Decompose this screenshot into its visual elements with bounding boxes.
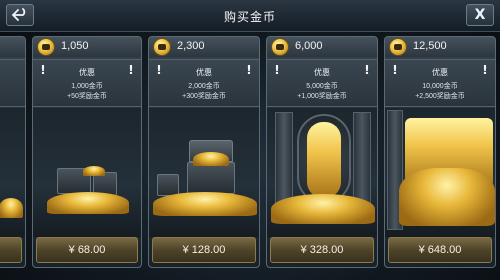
base-coins: 1,000金币 [71, 83, 103, 90]
gold-scene [149, 108, 259, 237]
discount-bar: ! 优惠 ! 1,000金币 +50奖励金币 [33, 59, 141, 107]
buy-button[interactable]: ¥ 648.00 [388, 237, 492, 263]
alert-icon: ! [482, 63, 488, 77]
gold-pile [47, 192, 129, 214]
coin-amount: 2,300 [177, 40, 205, 52]
alert-icon: ! [364, 63, 370, 77]
card-header: 2,300 [149, 37, 259, 57]
card-header: 12,500 [385, 37, 495, 57]
card-header: 6,000 [267, 37, 377, 57]
page-title: 购买金币 [223, 10, 276, 24]
discount-label: 优惠 [432, 68, 448, 77]
gold-scene [0, 108, 25, 237]
alert-icon: ! [128, 63, 134, 77]
buy-button[interactable]: ¥ 328.00 [270, 237, 374, 263]
discount-bar: ! 优惠 ! 5,000金币 +1,000奖励金币 [267, 59, 377, 107]
bonus-coins: +1,000奖励金币 [297, 93, 347, 100]
bonus-coins: +300奖励金币 [182, 93, 226, 100]
gold-pile [0, 198, 23, 218]
gold-scene [267, 108, 377, 237]
coin-pack-card-partial[interactable] [0, 36, 26, 268]
coin-amount: 1,050 [61, 40, 89, 52]
coin-amount: 12,500 [413, 40, 447, 52]
chest [157, 174, 179, 196]
coin-pack-card-1[interactable]: 1,050 ! 优惠 ! 1,000金币 +50奖励金币 ¥ 68.00 [32, 36, 142, 268]
coin-pack-card-3[interactable]: 6,000 ! 优惠 ! 5,000金币 +1,000奖励金币 ¥ 328.00 [266, 36, 378, 268]
discount-label: 优惠 [314, 68, 330, 77]
card-header [0, 37, 25, 57]
discount-bar: ! 优惠 ! 10,000金币 +2,500奖励金币 [385, 59, 495, 107]
buy-button[interactable]: ¥ 68.00 [36, 237, 138, 263]
coin-icon [389, 38, 407, 56]
discount-bar [0, 59, 25, 107]
chest [187, 162, 235, 194]
base-coins: 2,000金币 [188, 83, 220, 90]
gold-pile [271, 194, 375, 224]
coin-pack-card-2[interactable]: 2,300 ! 优惠 ! 2,000金币 +300奖励金币 ¥ 128.00 [148, 36, 260, 268]
coin-pack-card-4[interactable]: 12,500 ! 优惠 ! 10,000金币 +2,500奖励金币 ¥ 648.… [384, 36, 496, 268]
buy-button[interactable] [0, 237, 22, 263]
alert-icon: ! [246, 63, 252, 77]
card-header: 1,050 [33, 37, 141, 57]
gold-pile [399, 168, 495, 226]
base-coins: 5,000金币 [306, 83, 338, 90]
gold-pile [83, 166, 105, 176]
coin-icon [153, 38, 171, 56]
vault-gold [307, 122, 341, 198]
gold-pile [153, 192, 257, 216]
gold-scene [33, 108, 141, 237]
discount-bar: ! 优惠 ! 2,000金币 +300奖励金币 [149, 59, 259, 107]
discount-label: 优惠 [196, 68, 212, 77]
coin-icon [37, 38, 55, 56]
discount-label: 优惠 [79, 68, 95, 77]
bonus-coins: +50奖励金币 [67, 93, 107, 100]
buy-button[interactable]: ¥ 128.00 [152, 237, 256, 263]
coin-amount: 6,000 [295, 40, 323, 52]
base-coins: 10,000金币 [422, 83, 458, 90]
bonus-coins: +2,500奖励金币 [415, 93, 465, 100]
top-bar: 购买金币 X [0, 0, 500, 32]
coin-icon [271, 38, 289, 56]
gold-scene [385, 108, 495, 237]
close-button[interactable]: X [466, 4, 494, 26]
gold-pile [193, 152, 229, 166]
